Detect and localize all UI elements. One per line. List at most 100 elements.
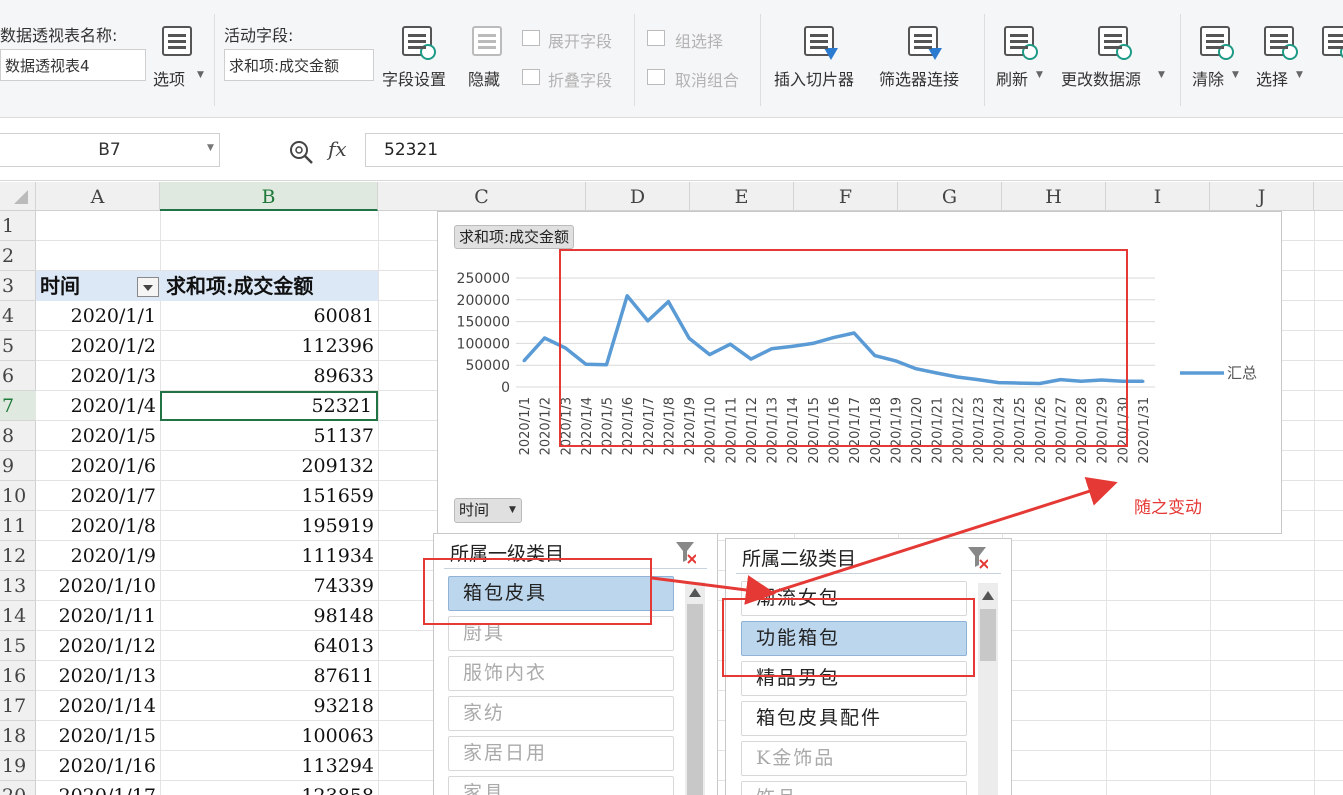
filter-connections-button[interactable]: 筛选器连接	[878, 24, 974, 94]
cell-date[interactable]: 2020/1/12	[36, 631, 160, 661]
scroll-up-icon[interactable]	[689, 588, 701, 597]
cell-amount[interactable]: 64013	[160, 631, 378, 661]
column-header-c[interactable]: C	[378, 182, 586, 211]
row-header-17[interactable]: 17	[0, 691, 36, 721]
collapse-field-button[interactable]: 折叠字段	[520, 67, 630, 90]
cell-amount[interactable]: 111934	[160, 541, 378, 571]
cell-date[interactable]: 2020/1/2	[36, 331, 160, 361]
row-header-15[interactable]: 15	[0, 631, 36, 661]
slicer-scrollbar[interactable]	[685, 582, 705, 795]
slicer-item[interactable]: 箱包皮具配件	[741, 701, 967, 736]
row-header-18[interactable]: 18	[0, 721, 36, 751]
scroll-thumb[interactable]	[980, 609, 996, 661]
name-box[interactable]: B7	[0, 133, 220, 167]
cell-date[interactable]: 2020/1/7	[36, 481, 160, 511]
cell-date[interactable]: 2020/1/1	[36, 301, 160, 331]
cell-amount[interactable]: 93218	[160, 691, 378, 721]
cell-amount[interactable]: 60081	[160, 301, 378, 331]
pivot-name-input[interactable]: 数据透视表4	[0, 49, 146, 81]
column-header-e[interactable]: E	[690, 182, 794, 211]
cell-amount[interactable]: 195919	[160, 511, 378, 541]
row-header-20[interactable]: 20	[0, 781, 36, 795]
cell-amount[interactable]: 123858	[160, 781, 378, 795]
clear-button[interactable]: 清除 ▼	[1190, 24, 1246, 94]
column-header-i[interactable]: I	[1106, 182, 1210, 211]
column-header-f[interactable]: F	[794, 182, 898, 211]
scroll-thumb[interactable]	[687, 604, 703, 795]
field-settings-button[interactable]: 字段设置	[380, 24, 458, 94]
slicer-item[interactable]: 服饰内衣	[448, 656, 674, 691]
clear-filter-icon[interactable]	[674, 540, 696, 564]
cell-date[interactable]: 2020/1/6	[36, 451, 160, 481]
formula-input[interactable]: 52321	[365, 133, 1343, 167]
row-header-16[interactable]: 16	[0, 661, 36, 691]
cell-date[interactable]: 2020/1/8	[36, 511, 160, 541]
cell-amount[interactable]: 74339	[160, 571, 378, 601]
row-header-12[interactable]: 12	[0, 541, 36, 571]
row-header-4[interactable]: 4	[0, 301, 36, 331]
move-pivot-icon[interactable]	[1322, 26, 1343, 60]
slicer-item[interactable]: 家具	[448, 776, 674, 795]
cell-amount[interactable]: 113294	[160, 751, 378, 781]
cell-date[interactable]: 2020/1/11	[36, 601, 160, 631]
slicer-scrollbar[interactable]	[978, 583, 998, 795]
row-header-9[interactable]: 9	[0, 451, 36, 481]
cell-date[interactable]: 2020/1/3	[36, 361, 160, 391]
cell-date[interactable]: 2020/1/13	[36, 661, 160, 691]
row-header-19[interactable]: 19	[0, 751, 36, 781]
cell-amount[interactable]: 112396	[160, 331, 378, 361]
group-selection-button[interactable]: 组选择	[645, 28, 755, 51]
slicer-item[interactable]: 家居日用	[448, 736, 674, 771]
clear-filter-icon[interactable]	[966, 545, 988, 569]
cell-amount[interactable]: 51137	[160, 421, 378, 451]
cell-amount[interactable]: 98148	[160, 601, 378, 631]
cell-date[interactable]: 2020/1/16	[36, 751, 160, 781]
row-header-7[interactable]: 7	[0, 391, 36, 421]
chevron-down-icon[interactable]: ▼	[207, 143, 214, 153]
row-header-10[interactable]: 10	[0, 481, 36, 511]
cell-date[interactable]: 2020/1/15	[36, 721, 160, 751]
row-header-5[interactable]: 5	[0, 331, 36, 361]
row-header-11[interactable]: 11	[0, 511, 36, 541]
cell-date[interactable]: 2020/1/4	[36, 391, 160, 421]
chart-axis-button[interactable]: 时间 ▼	[454, 498, 522, 523]
column-header-b[interactable]: B	[160, 182, 378, 211]
row-header-2[interactable]: 2	[0, 241, 36, 271]
cell-date[interactable]: 2020/1/5	[36, 421, 160, 451]
zoom-icon[interactable]	[288, 139, 314, 165]
row-header-8[interactable]: 8	[0, 421, 36, 451]
fx-icon[interactable]: fx	[328, 137, 347, 161]
cell-amount[interactable]: 52321	[160, 391, 378, 421]
column-header-g[interactable]: G	[898, 182, 1002, 211]
row-header-6[interactable]: 6	[0, 361, 36, 391]
options-button[interactable]: 选项 ▼	[150, 24, 206, 94]
column-header-j[interactable]: J	[1210, 182, 1314, 211]
slicer-item[interactable]: 家纺	[448, 696, 674, 731]
column-header-h[interactable]: H	[1002, 182, 1106, 211]
scroll-up-icon[interactable]	[982, 591, 994, 600]
cell-date[interactable]: 2020/1/9	[36, 541, 160, 571]
cell-amount[interactable]: 151659	[160, 481, 378, 511]
row-header-13[interactable]: 13	[0, 571, 36, 601]
ungroup-button[interactable]: 取消组合	[645, 67, 755, 90]
row-header-3[interactable]: 3	[0, 271, 36, 301]
slicer-item[interactable]: K金饰品	[741, 741, 967, 776]
cell-amount[interactable]: 209132	[160, 451, 378, 481]
select-button[interactable]: 选择 ▼	[1254, 24, 1310, 94]
insert-slicer-button[interactable]: 插入切片器	[772, 24, 868, 94]
time-filter-dropdown[interactable]	[137, 277, 159, 297]
slicer-item[interactable]: 饰品	[741, 781, 967, 795]
refresh-button[interactable]: 刷新 ▼	[994, 24, 1050, 94]
cell-date[interactable]: 2020/1/10	[36, 571, 160, 601]
hide-button[interactable]: 隐藏	[466, 24, 512, 94]
cell-amount[interactable]: 87611	[160, 661, 378, 691]
active-field-input[interactable]: 求和项:成交金额	[224, 49, 374, 81]
cell-date[interactable]: 2020/1/17	[36, 781, 160, 795]
column-header-d[interactable]: D	[586, 182, 690, 211]
expand-field-button[interactable]: 展开字段	[520, 28, 630, 51]
column-header-a[interactable]: A	[36, 182, 160, 211]
cell-date[interactable]: 2020/1/14	[36, 691, 160, 721]
cell-amount[interactable]: 100063	[160, 721, 378, 751]
cell-amount[interactable]: 89633	[160, 361, 378, 391]
row-header-14[interactable]: 14	[0, 601, 36, 631]
